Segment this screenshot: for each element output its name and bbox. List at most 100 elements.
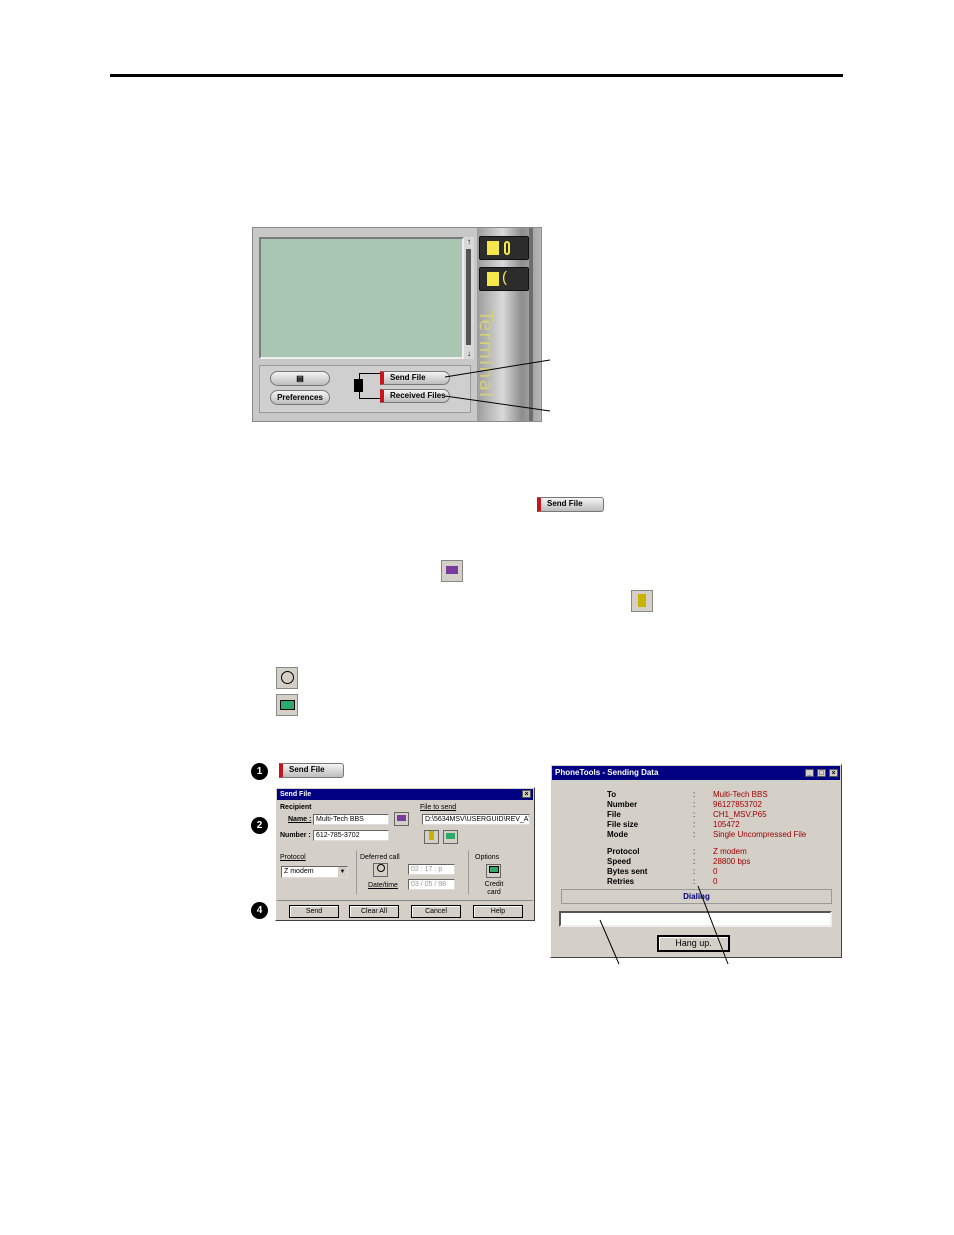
detail-value: 28800 bps [713,857,751,866]
detail-key: Number [607,800,638,809]
detail-key: File size [607,820,639,829]
phonebook-icon[interactable] [441,560,463,582]
send-button[interactable]: Send [289,905,339,918]
top-rule [110,74,843,77]
credit-card-glyph [279,700,295,710]
detail-row: Bytes sent: 0 [551,867,841,877]
detail-value: Multi-Tech BBS [713,790,768,799]
terminal-scrollbar[interactable]: ↑ ↓ [464,237,474,359]
detail-separator: : [693,830,696,839]
protocol-select[interactable]: Z modem ▼ [281,866,348,878]
yellow-page-icon [487,272,499,286]
browse-file-icon[interactable] [424,830,439,844]
step1-send-file-button[interactable]: Send File [279,763,344,778]
file-options-glyph [446,833,455,839]
phonebook-button-icon[interactable] [394,812,409,826]
phonetools-title: PhoneTools - Sending Data [555,768,659,777]
file-to-send-label: File to send [420,804,457,811]
file-browse-glyph [638,594,646,607]
detail-key: File [607,810,621,819]
file-browse-icon[interactable] [631,590,653,612]
detail-value: CH1_MSV.P65 [713,810,767,819]
terminal-settings-button[interactable]: ▤ [270,371,330,386]
protocol-label: Protocol [280,854,306,861]
step-4-badge: 4 [251,902,268,919]
scroll-thumb[interactable] [466,249,471,345]
recipient-label: Recipient [280,804,312,811]
terminal-callout-lines [444,359,551,412]
time-field[interactable]: 02 : 17 : p [408,864,455,875]
detail-value: Z modem [713,847,747,856]
dialog-divider [277,900,533,901]
dropdown-arrow-icon[interactable]: ▼ [338,867,347,877]
name-field[interactable]: Multi-Tech BBS [313,814,389,825]
clear-all-button[interactable]: Clear All [349,905,399,918]
detail-separator: : [693,820,696,829]
close-icon[interactable]: × [522,790,531,798]
side-tab-file[interactable] [479,236,529,260]
deferred-call-label: Deferred call [360,854,400,861]
credit-card-label: Credit card [484,881,504,896]
credit-card-button-icon[interactable] [486,864,501,878]
number-label: Number : [280,832,311,839]
detail-row: To: Multi-Tech BBS [551,790,841,800]
detail-value: 105472 [713,820,740,829]
file-to-send-field[interactable]: D:\5634MSV\USERGUID\REV_A\C [422,814,530,825]
file-bracket [359,373,380,399]
schedule-clock-face [376,864,385,872]
minimize-icon[interactable]: _ [805,769,814,777]
phonebook-glyph [446,566,458,574]
datetime-label: Date/time [368,882,398,889]
phonebook-mini-glyph [397,815,406,821]
detail-separator: : [693,857,696,866]
close-window-icon[interactable]: × [829,769,838,777]
terminal-screen [259,237,464,359]
terminal-settings-icon: ▤ [296,374,304,383]
credit-card-mini-glyph [488,866,499,873]
date-field[interactable]: 03 / 05 / 98 [408,879,455,890]
send-file-dialog: Send File × Recipient Name : Multi-Tech … [275,787,535,921]
clip-icon [504,241,510,255]
number-field[interactable]: 612-785-3702 [313,830,389,841]
detail-separator: : [693,800,696,809]
cancel-button[interactable]: Cancel [411,905,461,918]
phone-curve-icon: ( [502,269,507,286]
detail-separator: : [693,790,696,799]
send-dialog-title: Send File × [277,789,533,800]
detail-separator: : [693,867,696,876]
file-options-icon[interactable] [443,830,458,844]
detail-key: Protocol [607,847,640,856]
step-2-badge: 2 [251,817,268,834]
protocol-value: Z modem [284,868,314,875]
phonetools-callout-lines [599,885,729,965]
options-label: Options [475,854,500,861]
yellow-folder-icon [487,241,499,255]
send-dialog-title-text: Send File [280,791,312,798]
name-label: Name : [288,816,312,823]
detail-row: File: CH1_MSV.P65 [551,810,841,820]
help-button[interactable]: Help [473,905,523,918]
detail-separator: : [693,810,696,819]
clock-icon[interactable] [276,667,298,689]
detail-value: Single Uncompressed File [713,830,807,839]
browse-file-glyph [429,831,434,840]
scroll-up-arrow[interactable]: ↑ [464,237,474,246]
detail-key: Speed [607,857,632,866]
inline-send-file-button[interactable]: Send File [537,497,604,512]
detail-key: Mode [607,830,628,839]
clock-face [280,671,294,684]
maximize-icon[interactable]: □ [817,769,826,777]
credit-card-icon[interactable] [276,694,298,716]
side-tab-phone[interactable]: ( [479,267,529,291]
detail-value: 96127853702 [713,800,762,809]
detail-separator: : [693,847,696,856]
phonetools-titlebar: PhoneTools - Sending Data _ □ × [552,766,840,780]
detail-row: Protocol: Z modem [551,847,841,857]
detail-row: File size: 105472 [551,820,841,830]
schedule-clock-icon[interactable] [373,863,388,877]
preferences-button[interactable]: Preferences [270,390,330,405]
detail-row: Mode: Single Uncompressed File [551,830,841,840]
detail-value: 0 [713,867,718,876]
detail-key: Bytes sent [607,867,648,876]
detail-key: To [607,790,617,799]
